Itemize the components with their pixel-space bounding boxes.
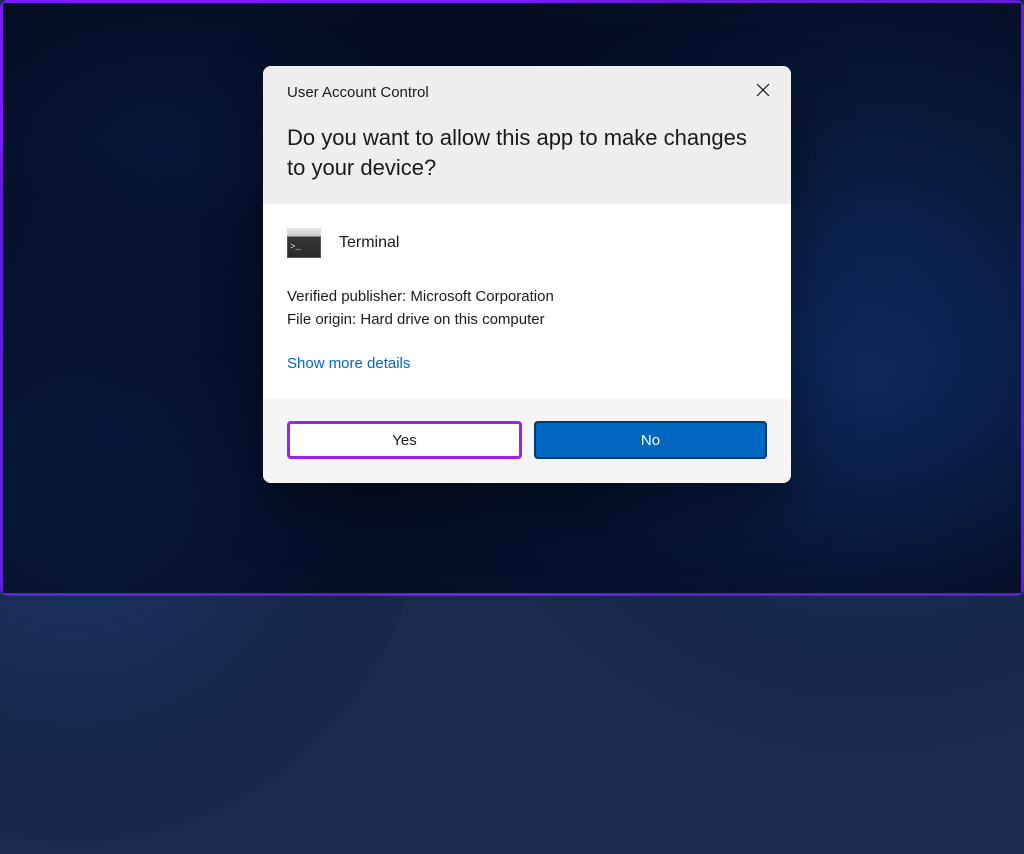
dialog-title: User Account Control xyxy=(287,84,767,101)
dialog-question: Do you want to allow this app to make ch… xyxy=(287,123,767,182)
dialog-body: >_ Terminal Verified publisher: Microsof… xyxy=(263,204,791,399)
yes-button[interactable]: Yes xyxy=(287,421,522,459)
app-name: Terminal xyxy=(339,234,399,252)
uac-dialog: User Account Control Do you want to allo… xyxy=(263,66,791,483)
show-more-details-link[interactable]: Show more details xyxy=(287,355,410,372)
dialog-header: User Account Control Do you want to allo… xyxy=(263,66,791,204)
no-button[interactable]: No xyxy=(534,421,767,459)
origin-line: File origin: Hard drive on this computer xyxy=(287,309,767,332)
publisher-line: Verified publisher: Microsoft Corporatio… xyxy=(287,286,767,309)
app-details: Verified publisher: Microsoft Corporatio… xyxy=(287,286,767,331)
close-button[interactable] xyxy=(753,80,773,100)
close-icon xyxy=(756,83,770,97)
app-identity-row: >_ Terminal xyxy=(287,228,767,258)
terminal-icon: >_ xyxy=(287,228,321,258)
dialog-footer: Yes No xyxy=(263,399,791,483)
